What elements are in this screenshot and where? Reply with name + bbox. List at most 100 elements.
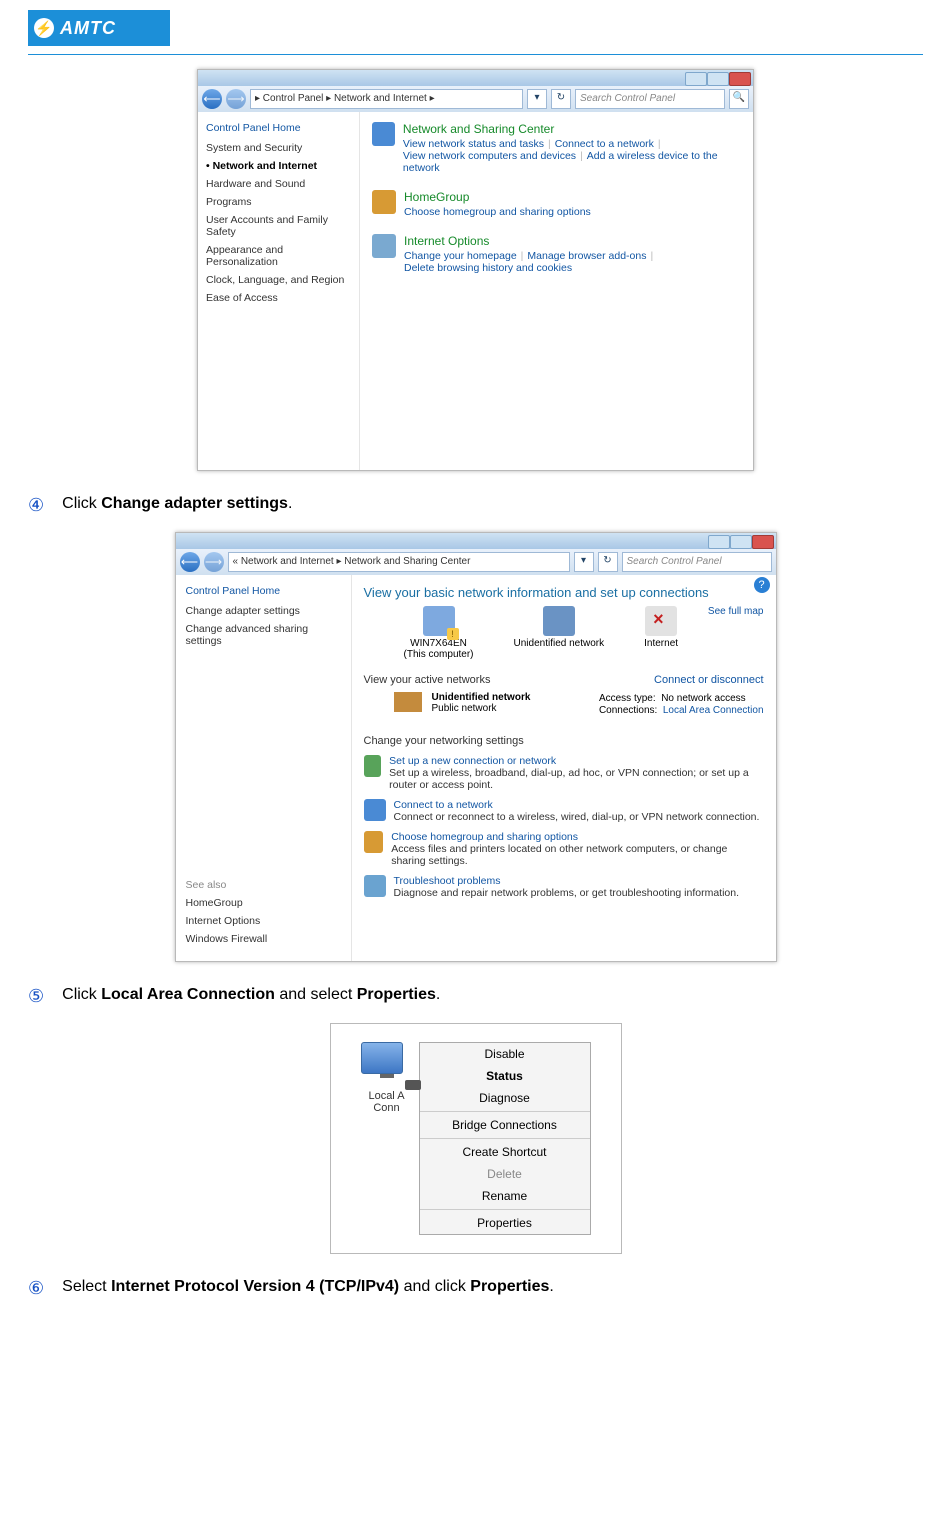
category-internet-options: Internet Options Change your homepage|Ma… [372, 234, 741, 274]
back-button[interactable]: ⟵ [180, 552, 200, 572]
search-input[interactable]: Search Control Panel [575, 89, 725, 109]
network-sharing-icon [372, 122, 395, 146]
option-title: Set up a new connection or network [389, 755, 763, 767]
see-full-map-link[interactable]: See full map [708, 606, 764, 617]
category-homegroup: HomeGroup Choose homegroup and sharing o… [372, 190, 741, 218]
seealso-link[interactable]: Internet Options [186, 915, 341, 927]
connect-disconnect-link[interactable]: Connect or disconnect [654, 674, 763, 686]
task-link[interactable]: Choose homegroup and sharing options [404, 206, 591, 218]
sidebar-item[interactable]: Ease of Access [206, 292, 351, 304]
step-number: ④ [28, 495, 44, 516]
category-title[interactable]: HomeGroup [404, 190, 591, 204]
search-input[interactable]: Search Control Panel [622, 552, 772, 572]
sidebar-item[interactable]: Clock, Language, and Region [206, 274, 351, 286]
task-link[interactable]: Change your homepage [404, 250, 517, 262]
sidebar-item[interactable]: Hardware and Sound [206, 178, 351, 190]
task-link[interactable]: View network computers and devices [403, 150, 576, 162]
maximize-icon[interactable] [730, 535, 752, 549]
refresh-icon[interactable]: ↻ [598, 552, 618, 572]
menu-item-diagnose[interactable]: Diagnose [420, 1087, 590, 1109]
sidebar-item-active[interactable]: Network and Internet [206, 160, 351, 172]
option-troubleshoot[interactable]: Troubleshoot problemsDiagnose and repair… [364, 875, 764, 899]
sidebar-item[interactable]: Appearance and Personalization [206, 244, 351, 268]
minimize-icon[interactable] [685, 72, 707, 86]
internet-options-icon [372, 234, 396, 258]
sidebar-item[interactable]: User Accounts and Family Safety [206, 214, 351, 238]
dropdown-icon[interactable]: ▾ [527, 89, 547, 109]
sidebar-item[interactable]: Programs [206, 196, 351, 208]
task-link[interactable]: Delete browsing history and cookies [404, 262, 572, 274]
close-icon[interactable] [752, 535, 774, 549]
option-homegroup[interactable]: Choose homegroup and sharing optionsAcce… [364, 831, 764, 867]
category-title[interactable]: Network and Sharing Center [403, 122, 741, 136]
search-icon[interactable]: 🔍 [729, 89, 749, 109]
network-name: Unidentified network [432, 692, 531, 703]
lightning-icon: ⚡ [34, 18, 54, 38]
menu-item-properties[interactable]: Properties [420, 1212, 590, 1234]
node-this-computer: WIN7X64EN (This computer) [404, 606, 474, 660]
step-6: ⑥ Select Internet Protocol Version 4 (TC… [28, 1278, 923, 1299]
fig2-main: ? View your basic network information an… [352, 575, 776, 961]
forward-button[interactable]: ⟶ [204, 552, 224, 572]
monitor-icon [361, 1042, 403, 1074]
access-type-label: Access type: [599, 693, 656, 704]
task-link[interactable]: Manage browser add-ons [527, 250, 646, 262]
menu-item-delete: Delete [420, 1163, 590, 1185]
homegroup-icon [372, 190, 396, 214]
maximize-icon[interactable] [707, 72, 729, 86]
step-4: ④ Click Change adapter settings. [28, 495, 923, 516]
task-link[interactable]: View network status and tasks [403, 138, 544, 150]
plug-icon [405, 1080, 421, 1090]
step-number: ⑤ [28, 986, 44, 1007]
lac-adapter-icon[interactable]: Local A Conn [361, 1042, 413, 1235]
breadcrumb-path[interactable]: ▸ Control Panel ▸ Network and Internet ▸ [250, 89, 523, 109]
back-button[interactable]: ⟵ [202, 89, 222, 109]
refresh-icon[interactable]: ↻ [551, 89, 571, 109]
option-title: Connect to a network [394, 799, 760, 811]
close-icon[interactable] [729, 72, 751, 86]
option-subtitle: Set up a wireless, broadband, dial-up, a… [389, 767, 763, 791]
sidebar-heading[interactable]: Control Panel Home [186, 585, 341, 597]
active-networks-header: View your active networksConnect or disc… [364, 674, 764, 686]
node-label: WIN7X64EN [404, 638, 474, 649]
menu-item-disable[interactable]: Disable [420, 1043, 590, 1065]
menu-item-shortcut[interactable]: Create Shortcut [420, 1141, 590, 1163]
step-number: ⑥ [28, 1278, 44, 1299]
task-link[interactable]: Connect to a network [555, 138, 654, 150]
seealso-link[interactable]: Windows Firewall [186, 933, 341, 945]
dropdown-icon[interactable]: ▾ [574, 552, 594, 572]
computer-icon [423, 606, 455, 636]
local-area-connection-link[interactable]: Local Area Connection [663, 705, 764, 716]
menu-item-bridge[interactable]: Bridge Connections [420, 1114, 590, 1136]
sidebar-item[interactable]: System and Security [206, 142, 351, 154]
menu-item-status[interactable]: Status [420, 1065, 590, 1087]
step-text: Click Local Area Connection and select P… [62, 986, 440, 1004]
option-subtitle: Diagnose and repair network problems, or… [394, 887, 740, 899]
option-connect-network[interactable]: Connect to a networkConnect or reconnect… [364, 799, 764, 823]
category-title[interactable]: Internet Options [404, 234, 657, 248]
sidebar-heading[interactable]: Control Panel Home [206, 122, 351, 134]
help-icon[interactable]: ? [754, 577, 770, 593]
fig1-sidebar: Control Panel Home System and Security N… [198, 112, 360, 470]
option-subtitle: Connect or reconnect to a wireless, wire… [394, 811, 760, 823]
sidebar-link-change-adapter[interactable]: Change adapter settings [186, 605, 341, 617]
internet-x-icon [645, 606, 677, 636]
step-text: Select Internet Protocol Version 4 (TCP/… [62, 1278, 554, 1296]
fig1-window: ⟵ ⟶ ▸ Control Panel ▸ Network and Intern… [197, 69, 754, 471]
connections-label: Connections: [599, 705, 657, 716]
menu-separator [420, 1209, 590, 1210]
header-divider [28, 54, 923, 55]
adapter-label-line1: Local A [361, 1090, 413, 1102]
context-menu: Disable Status Diagnose Bridge Connectio… [419, 1042, 591, 1235]
fig2-addressbar: ⟵ ⟶ « Network and Internet ▸ Network and… [176, 549, 776, 575]
minimize-icon[interactable] [708, 535, 730, 549]
option-setup-connection[interactable]: Set up a new connection or networkSet up… [364, 755, 764, 791]
step-5: ⑤ Click Local Area Connection and select… [28, 986, 923, 1007]
menu-item-rename[interactable]: Rename [420, 1185, 590, 1207]
fig3-panel: Local A Conn Disable Status Diagnose Bri… [330, 1023, 622, 1254]
sidebar-link-advanced-sharing[interactable]: Change advanced sharing settings [186, 623, 341, 647]
forward-button[interactable]: ⟶ [226, 89, 246, 109]
breadcrumb-path[interactable]: « Network and Internet ▸ Network and Sha… [228, 552, 570, 572]
seealso-link[interactable]: HomeGroup [186, 897, 341, 909]
node-unidentified: Unidentified network [514, 606, 605, 649]
